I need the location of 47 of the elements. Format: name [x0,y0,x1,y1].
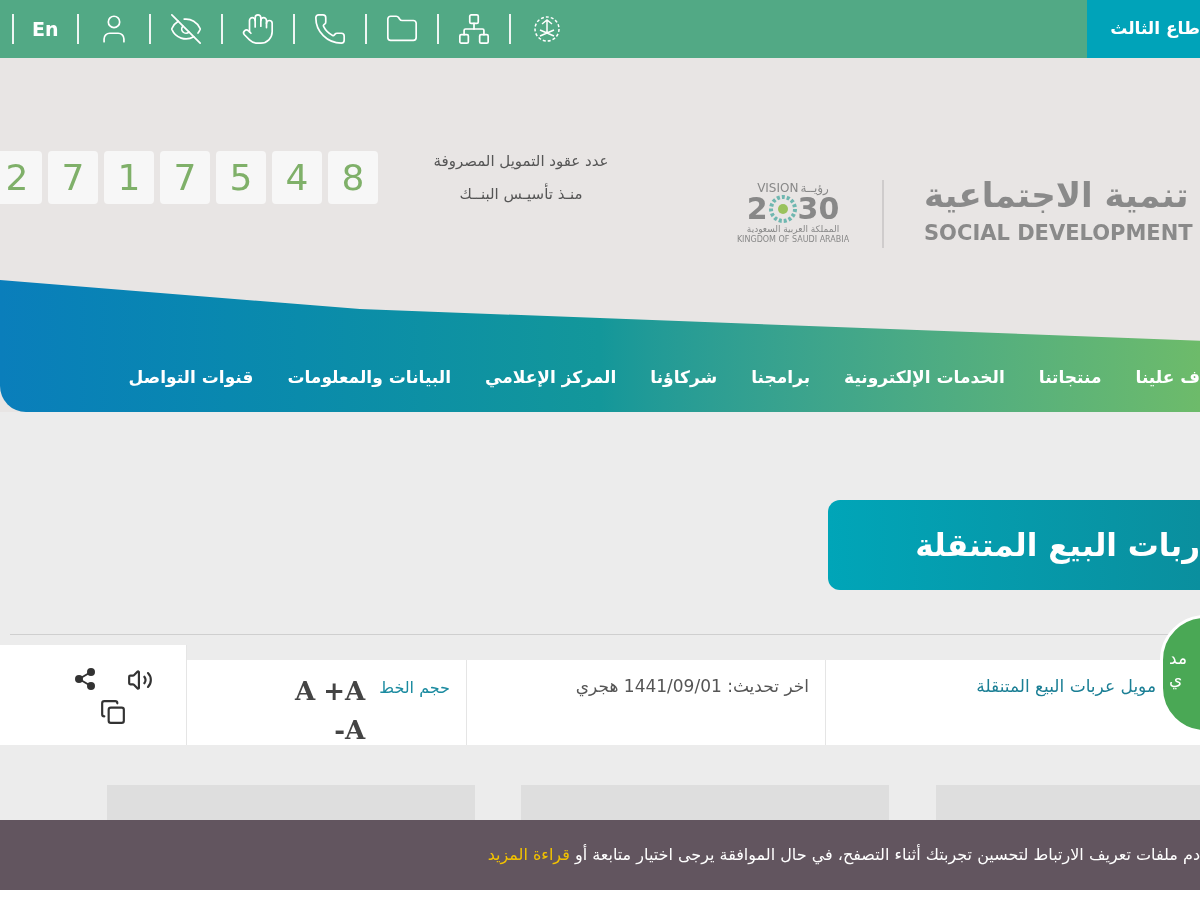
nav-link[interactable]: البيانات والمعلومات [287,364,451,390]
font-reset-button[interactable]: A [295,672,316,711]
year-digits: 2 [746,194,768,225]
nav-link[interactable]: قنوات التواصل [128,364,254,390]
vision-word: VISION [757,182,799,195]
ministry-name-arabic: تنمية الاجتماعية [924,178,1189,212]
share-icon[interactable] [73,667,97,691]
nav-link[interactable]: برامجنا [751,364,811,390]
eye-off-icon[interactable] [168,12,203,46]
counter-label: عدد عقود التمويل المصروفة [433,151,609,172]
breadcrumb-text: مويل عربات البيع المتنقلة [976,675,1156,699]
hand-icon[interactable] [240,12,275,46]
speaker-icon[interactable] [127,667,153,693]
emblem-icon [767,194,798,225]
nav-link[interactable]: الخدمات الإلكترونية [844,364,1005,390]
counter-digit: 5 [216,151,266,204]
page-title: ربات البيع المتنقلة [828,500,1200,590]
sector-tab[interactable]: طاع الثالث [1087,0,1200,58]
nav-link[interactable]: ف علينا [1135,364,1200,390]
font-decrease-button[interactable]: -A [334,711,366,750]
vision-word-arabic: رؤيــة [800,182,829,195]
chat-bubble-text: ي [1169,671,1183,688]
counter-digit: 8 [328,151,378,204]
read-more-link[interactable]: قراءة المزيد [487,845,570,864]
nav-link[interactable]: المركز الإعلامي [485,364,617,390]
country-name: KINGDOM OF SAUDI ARABIA [736,235,850,246]
counter-digit: 7 [160,151,210,204]
language-link[interactable]: En [32,14,59,44]
cookie-message: دم ملفات تعريف الارتباط لتحسين تجربتك أثناء التصفح، في حال الموافقة يرجى اختيار متابعة أو قراءة المزيد [487,843,1200,867]
last-updated: اخر تحديث: 1441/09/01 هجري [575,675,809,699]
counter-digit: 7 [48,151,98,204]
font-increase-button[interactable]: +A [323,672,366,711]
ministry-name: SOCIAL DEVELOPMENT [924,220,1193,247]
nav-link[interactable]: منتجاتنا [1038,364,1102,390]
counter-digit: 1 [104,151,154,204]
counter-digit: 4 [272,151,322,204]
phone-icon[interactable] [312,12,347,46]
font-size-label: حجم الخط [379,677,450,699]
year-digits: 30 [797,194,840,225]
nav-link[interactable]: شركاؤنا [650,364,718,390]
counter-digit: 2 [0,151,42,204]
copy-icon[interactable] [100,699,126,725]
country-arabic: المملكة العربية السعودية [746,224,840,236]
chat-bubble-text: مد [1169,650,1188,667]
chat-bubble[interactable]: مد ي [1160,615,1200,733]
counter-label: منـذ تأسيـس البنــك [459,182,583,205]
sitemap-icon[interactable] [456,12,491,46]
